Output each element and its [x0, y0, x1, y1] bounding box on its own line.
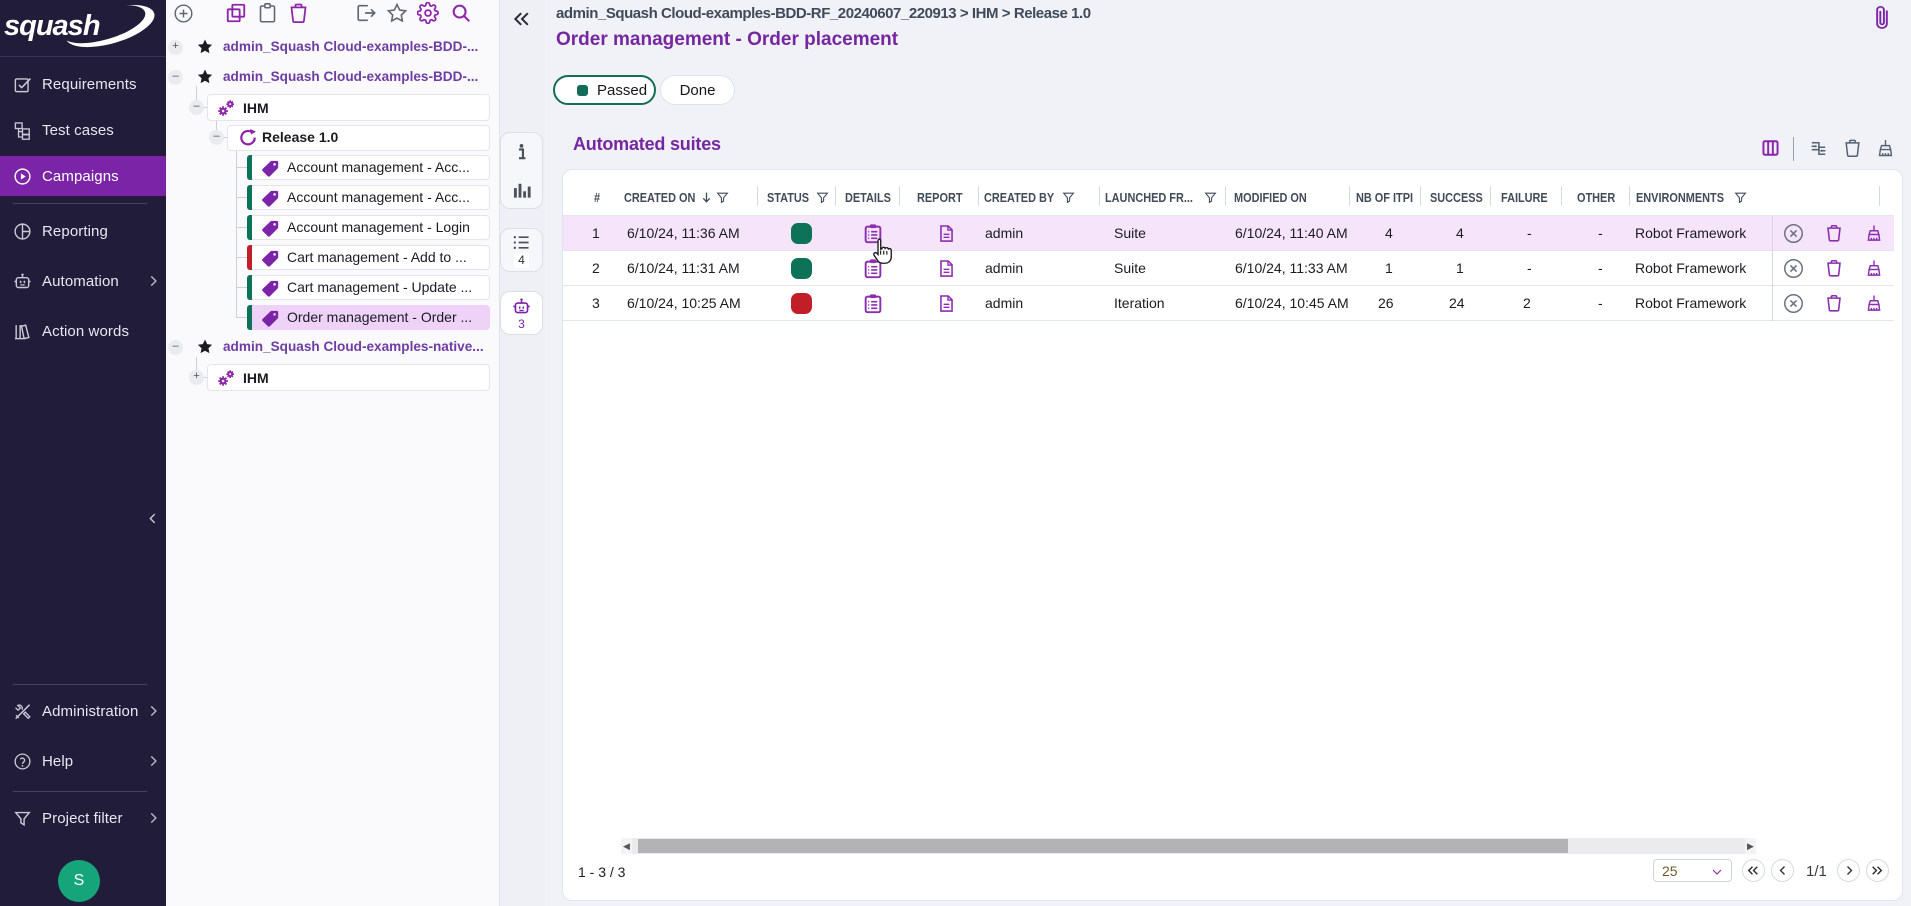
- svg-text:squash: squash: [4, 10, 100, 42]
